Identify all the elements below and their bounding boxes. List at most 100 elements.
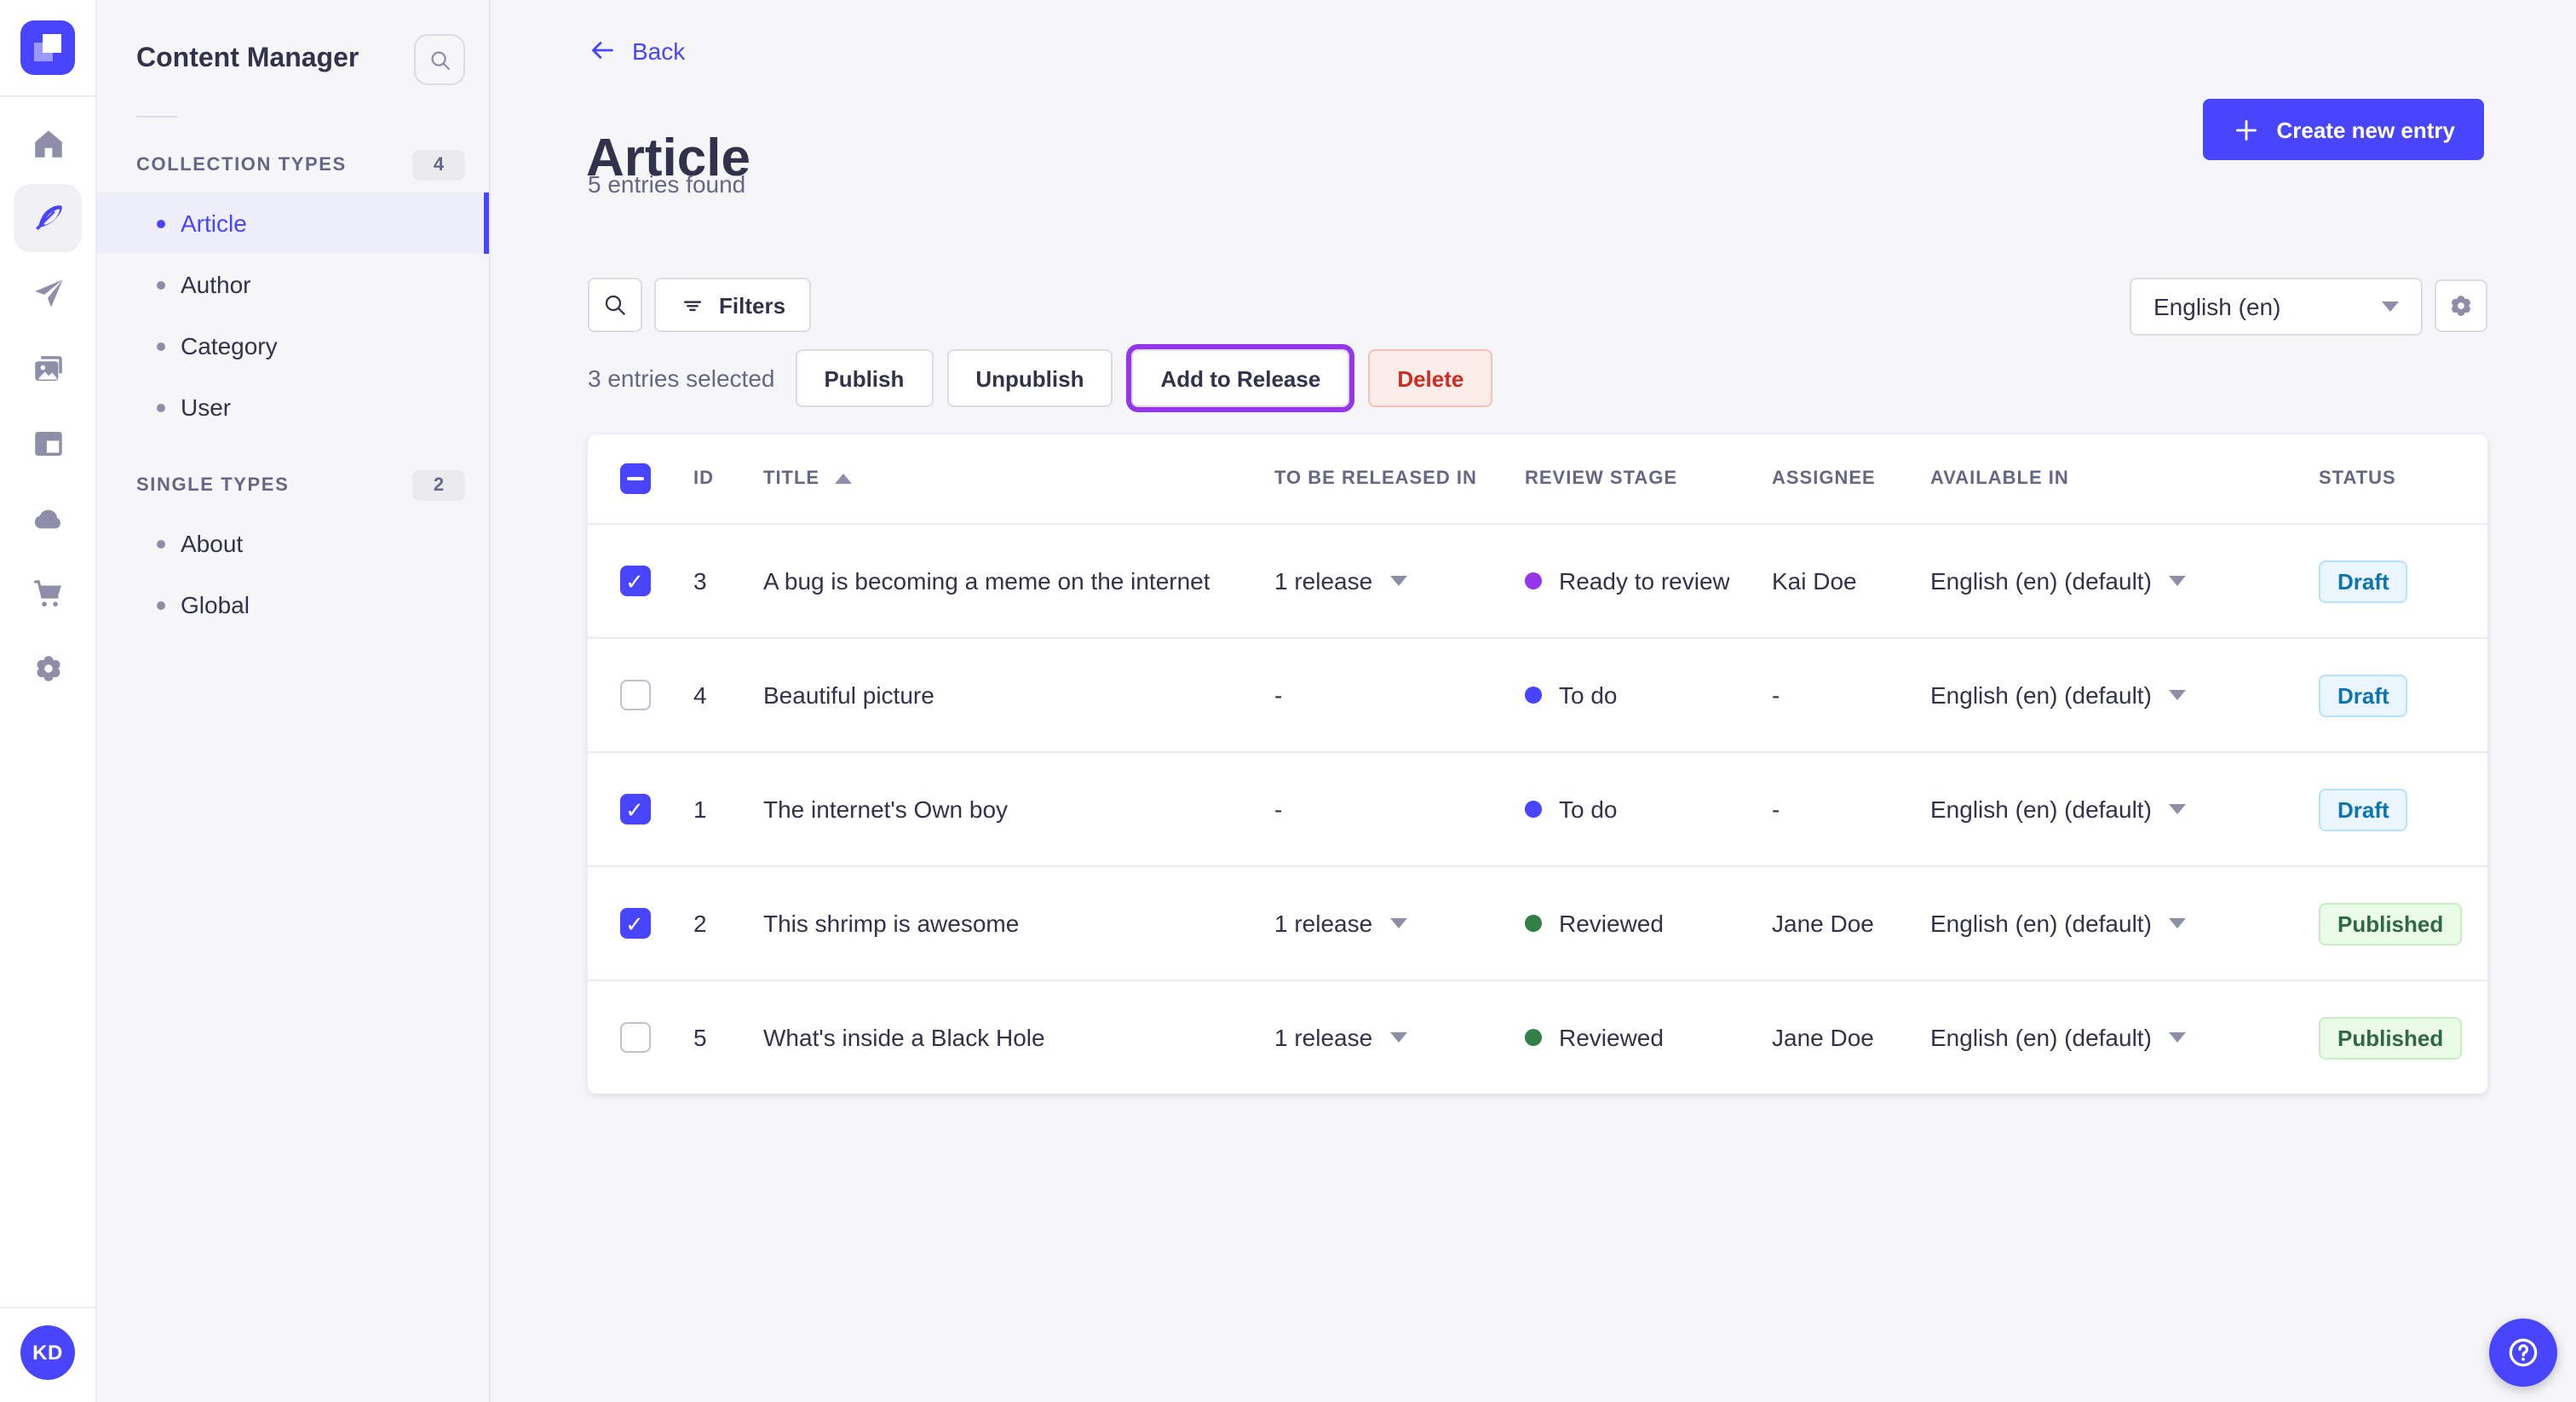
column-header-review-stage: REVIEW STAGE — [1525, 468, 1678, 489]
view-settings-gear-button[interactable] — [2435, 279, 2487, 332]
row-checkbox[interactable] — [619, 908, 650, 939]
chevron-down-icon — [2168, 804, 2186, 814]
table-row[interactable]: 5 What's inside a Black Hole 1 release R… — [588, 980, 2487, 1094]
row-id: 4 — [693, 681, 707, 709]
column-header-id: ID — [693, 468, 714, 489]
row-checkbox[interactable] — [619, 1022, 650, 1053]
row-release-dropdown[interactable]: 1 release — [1274, 567, 1525, 595]
sort-ascending-icon — [835, 474, 853, 484]
locale-select[interactable]: English (en) — [2130, 278, 2423, 336]
table-row[interactable]: 1 The internet's Own boy - To do - Engli… — [588, 751, 2487, 865]
column-header-status: STATUS — [2319, 468, 2396, 489]
chevron-down-icon — [2168, 918, 2186, 928]
section-label: COLLECTION TYPES — [136, 155, 347, 175]
sidebar-item-user[interactable]: User — [95, 376, 489, 438]
create-new-entry-button[interactable]: Create new entry — [2203, 99, 2484, 160]
stage-dot-icon — [1525, 687, 1542, 704]
row-release-dropdown[interactable]: - — [1274, 681, 1525, 709]
stage-dot-icon — [1525, 572, 1542, 589]
sidebar-divider — [136, 116, 177, 118]
row-assignee: - — [1772, 796, 1780, 823]
row-locale-dropdown[interactable]: English (en) (default) — [1930, 910, 2291, 937]
column-header-title-sort[interactable]: TITLE — [763, 468, 1274, 489]
home-icon[interactable] — [14, 109, 82, 177]
row-release-dropdown[interactable]: 1 release — [1274, 1024, 1525, 1051]
nav-rail: KD — [0, 0, 97, 1402]
row-release-dropdown[interactable]: 1 release — [1274, 910, 1525, 937]
marketplace-cart-icon[interactable] — [14, 559, 82, 627]
table-row[interactable]: 4 Beautiful picture - To do - English (e… — [588, 637, 2487, 751]
add-to-release-button[interactable]: Add to Release — [1126, 344, 1355, 412]
app-window: KD Content Manager COLLECTION TYPES 4 Ar… — [0, 0, 2576, 1402]
question-mark-icon — [2509, 1338, 2538, 1367]
chevron-down-icon — [1389, 918, 1407, 928]
table-row[interactable]: 3 A bug is becoming a meme on the intern… — [588, 523, 2487, 637]
row-assignee: Kai Doe — [1772, 567, 1857, 595]
sidebar-item-global[interactable]: Global — [95, 574, 489, 635]
cloud-icon[interactable] — [14, 484, 82, 552]
row-locale-dropdown[interactable]: English (en) (default) — [1930, 796, 2291, 823]
row-assignee: - — [1772, 681, 1780, 709]
status-badge: Draft — [2319, 560, 2408, 602]
bullet-icon — [157, 342, 165, 350]
sidebar-search-button[interactable] — [414, 34, 465, 85]
publish-button[interactable]: Publish — [795, 349, 934, 407]
row-review-stage: Reviewed — [1559, 910, 1664, 937]
row-checkbox[interactable] — [619, 794, 650, 825]
bullet-icon — [157, 539, 165, 548]
status-badge: Draft — [2319, 788, 2408, 830]
search-button[interactable] — [588, 278, 642, 332]
column-header-available-in: AVAILABLE IN — [1930, 468, 2069, 489]
help-button[interactable] — [2489, 1319, 2557, 1387]
sidebar-item-article[interactable]: Article — [95, 192, 489, 254]
unpublish-button[interactable]: Unpublish — [946, 349, 1113, 407]
select-all-checkbox[interactable] — [619, 463, 650, 494]
row-locale-dropdown[interactable]: English (en) (default) — [1930, 681, 2291, 709]
sidebar-section: SINGLE TYPES 2 About Global — [95, 468, 489, 635]
settings-gear-icon[interactable] — [14, 634, 82, 702]
row-id: 5 — [693, 1024, 707, 1051]
row-title: A bug is becoming a meme on the internet — [763, 567, 1210, 595]
row-id: 3 — [693, 567, 707, 595]
bullet-icon — [157, 280, 165, 289]
releases-paper-plane-icon[interactable] — [14, 259, 82, 327]
row-checkbox[interactable] — [619, 566, 650, 596]
row-assignee: Jane Doe — [1772, 1024, 1874, 1051]
rail-divider — [0, 95, 95, 97]
sidebar-item-author[interactable]: Author — [95, 254, 489, 315]
row-release-dropdown[interactable]: - — [1274, 796, 1525, 823]
back-link[interactable]: Back — [588, 36, 685, 65]
table-header-row: ID TITLE TO BE RELEASED IN REVIEW STAGE … — [588, 434, 2487, 523]
row-assignee: Jane Doe — [1772, 910, 1874, 937]
sidebar-section: COLLECTION TYPES 4 Article Author Catego… — [95, 148, 489, 438]
sidebar-item-about[interactable]: About — [95, 513, 489, 574]
chevron-down-icon — [2168, 690, 2186, 700]
filters-button[interactable]: Filters — [654, 278, 812, 332]
content-manager-feather-icon[interactable] — [14, 184, 82, 252]
row-locale-dropdown[interactable]: English (en) (default) — [1930, 1024, 2291, 1051]
media-library-icon[interactable] — [14, 334, 82, 402]
table-row[interactable]: 2 This shrimp is awesome 1 release Revie… — [588, 865, 2487, 980]
strapi-logo[interactable] — [20, 20, 75, 75]
delete-button[interactable]: Delete — [1368, 349, 1493, 407]
row-locale-dropdown[interactable]: English (en) (default) — [1930, 567, 2291, 595]
plus-icon — [2236, 118, 2257, 141]
status-badge: Draft — [2319, 674, 2408, 716]
section-count-badge: 2 — [412, 470, 465, 501]
user-avatar[interactable]: KD — [20, 1325, 75, 1380]
selection-summary: 3 entries selected — [588, 365, 775, 392]
row-checkbox[interactable] — [619, 680, 650, 710]
search-icon — [605, 295, 625, 315]
sidebar-item-category[interactable]: Category — [95, 315, 489, 376]
main-content: Back Article 5 entries found Create new … — [489, 0, 2576, 1402]
bullet-icon — [157, 403, 165, 411]
row-title: The internet's Own boy — [763, 796, 1009, 823]
chevron-down-icon — [1389, 1032, 1407, 1043]
row-review-stage: Reviewed — [1559, 1024, 1664, 1051]
content-type-builder-icon[interactable] — [14, 409, 82, 477]
sidebar-title: Content Manager — [136, 44, 359, 73]
rail-bottom-divider — [0, 1307, 95, 1308]
content-manager-sidebar: Content Manager COLLECTION TYPES 4 Artic… — [95, 0, 491, 1402]
sidebar-sections: COLLECTION TYPES 4 Article Author Catego… — [95, 148, 489, 635]
row-review-stage: To do — [1559, 796, 1618, 823]
